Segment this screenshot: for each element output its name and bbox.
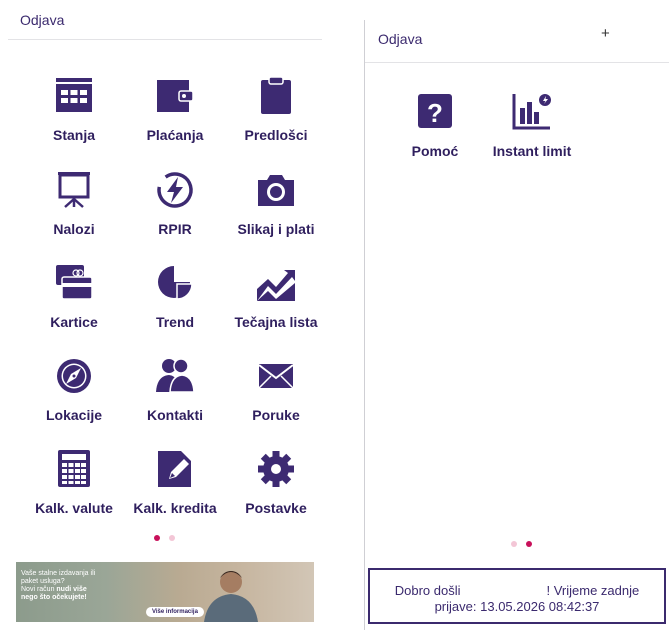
lightning-icon: [153, 170, 197, 210]
presentation-board-icon: [52, 170, 96, 210]
tile-predlosci[interactable]: Predlošci: [226, 76, 326, 156]
welcome-line-2: prijave: 13.05.2026 08:42:37: [370, 599, 664, 614]
clipboard-icon: [254, 76, 298, 116]
calculator-icon: [52, 449, 96, 489]
tile-kartice[interactable]: Kartice: [24, 263, 124, 343]
tile-pomoc[interactable]: ? Pomoć: [385, 92, 485, 172]
tile-slikaj-i-plati[interactable]: Slikaj i plati: [226, 170, 326, 250]
welcome-greeting: Dobro došli: [394, 583, 461, 598]
logout-link[interactable]: Odjava: [378, 31, 422, 47]
promo-cta-button[interactable]: Više informacija: [146, 607, 204, 617]
tile-label: Postavke: [245, 500, 307, 516]
tile-label: Predlošci: [244, 127, 308, 143]
tile-nalozi[interactable]: Nalozi: [24, 170, 124, 250]
tile-tecajna-lista[interactable]: Tečajna lista: [226, 263, 326, 343]
welcome-suffix: ! Vrijeme zadnje: [546, 583, 640, 598]
tile-stanja[interactable]: Stanja: [24, 76, 124, 156]
page-dot-2[interactable]: [526, 541, 532, 547]
people-icon: [153, 356, 197, 396]
tile-trend[interactable]: Trend: [125, 263, 225, 343]
page-indicator: [511, 541, 532, 547]
tile-instant-limit[interactable]: Instant limit: [482, 92, 582, 172]
welcome-line-1: Dobro došli ! Vrijeme zadnje: [370, 583, 664, 598]
logout-link[interactable]: Odjava: [20, 12, 64, 28]
promo-line-part: Novi račun: [21, 586, 57, 593]
svg-text:?: ?: [427, 98, 443, 128]
compass-icon: [52, 356, 96, 396]
tile-label: Slikaj i plati: [237, 221, 315, 237]
last-login-time: 13.05.2026 08:42:37: [480, 599, 600, 614]
page-dot-1[interactable]: [154, 535, 160, 541]
tile-kalk-kredita[interactable]: Kalk. kredita: [125, 449, 225, 529]
help-icon: ?: [413, 92, 457, 132]
account-balance-icon: [52, 76, 96, 116]
promo-text: Vaše stalne izdavanja ili paket usluga? …: [21, 570, 141, 602]
second-menu-screen: Odjava + ? Pomoć Instant limit Dobro doš…: [364, 20, 669, 630]
promo-line: Vaše stalne izdavanja ili: [21, 570, 96, 577]
camera-icon: [254, 170, 298, 210]
tile-lokacije[interactable]: Lokacije: [24, 356, 124, 436]
line-chart-icon: [254, 263, 298, 303]
welcome-message: Dobro došli ! Vrijeme zadnje prijave: 13.…: [368, 568, 666, 624]
page-dot-2[interactable]: [169, 535, 175, 541]
header-divider: [365, 62, 669, 63]
last-login-label: prijave:: [434, 599, 477, 614]
instant-limit-chart-icon: [510, 92, 554, 132]
tile-poruke[interactable]: Poruke: [226, 356, 326, 436]
tile-kalk-valute[interactable]: Kalk. valute: [24, 449, 124, 529]
main-menu-screen: Odjava Stanja Plaćanja Predlošci Nalozi: [8, 0, 322, 630]
page-dot-1[interactable]: [511, 541, 517, 547]
tile-kontakti[interactable]: Kontakti: [125, 356, 225, 436]
gear-icon: [254, 449, 298, 489]
header-divider: [8, 39, 322, 40]
tile-placanja[interactable]: Plaćanja: [125, 76, 225, 156]
edit-icon: [153, 449, 197, 489]
plus-icon[interactable]: +: [601, 25, 610, 42]
cards-icon: [52, 263, 96, 303]
tile-label: Instant limit: [492, 143, 572, 159]
tile-label: Poruke: [252, 407, 300, 423]
promo-line: paket usluga?: [21, 578, 65, 585]
page-indicator: [154, 535, 175, 541]
tile-rpir[interactable]: RPIR: [125, 170, 225, 250]
promo-line: nego što očekujete!: [21, 594, 87, 601]
envelope-icon: [254, 356, 298, 396]
promo-banner[interactable]: Vaše stalne izdavanja ili paket usluga? …: [16, 562, 314, 622]
promo-line: Novi račun nudi više: [21, 586, 141, 594]
tile-postavke[interactable]: Postavke: [226, 449, 326, 529]
pie-chart-icon: [153, 263, 197, 303]
wallet-icon: [153, 76, 197, 116]
promo-line-bold: nudi više: [56, 586, 87, 593]
tile-label: Tečajna lista: [234, 314, 318, 330]
